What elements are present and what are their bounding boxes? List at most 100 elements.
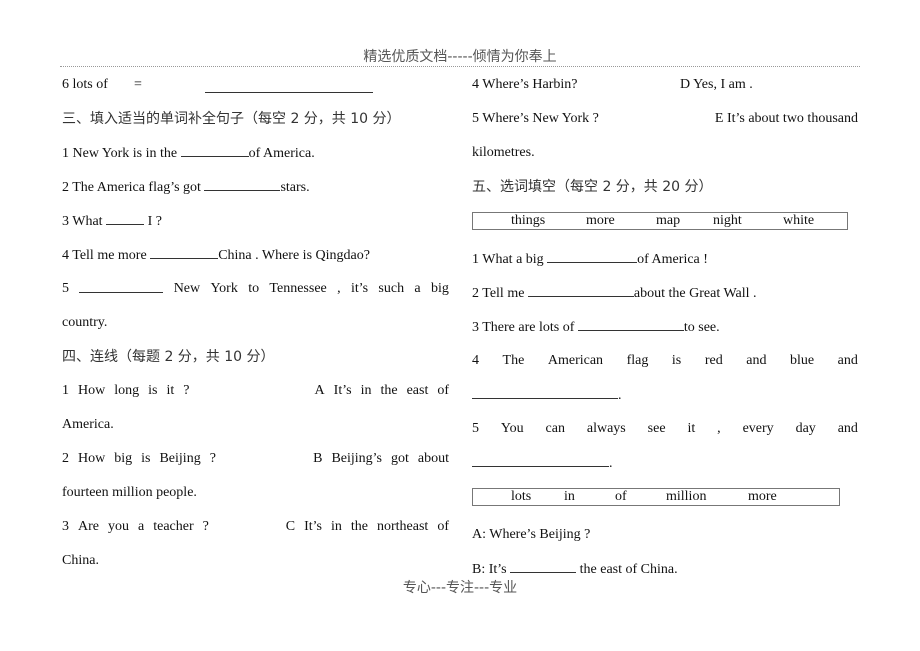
answer-blank[interactable] — [577, 314, 684, 331]
answer-blank[interactable] — [79, 276, 164, 293]
left-column: 6 lots of = 三、填入适当的单词补全句子（每空 2 分，共 10 分）… — [62, 72, 449, 582]
word-option: million — [666, 489, 707, 504]
question-number: 3 — [62, 214, 69, 229]
question-text: stars. — [280, 180, 310, 195]
word-option: more — [586, 213, 615, 228]
question-text: I ? — [147, 214, 162, 229]
s3-question-4: 4 Tell me more China . Where is Qingdao? — [62, 242, 449, 276]
answer-blank[interactable] — [472, 450, 609, 467]
section-3-title: 三、填入适当的单词补全句子（每空 2 分，共 10 分） — [62, 111, 401, 127]
word: you — [108, 519, 129, 534]
s3-question-2: 2 The America flag’s got stars. — [62, 174, 449, 208]
section-4-title: 四、连线（每题 2 分，共 10 分） — [62, 349, 275, 365]
word-bank-1-row: things more map night white — [472, 212, 858, 246]
question-number: 4 — [62, 248, 69, 263]
word-bank-2: lots in of million more — [472, 488, 840, 506]
word: to — [248, 281, 260, 296]
question-6-lots-of: 6 lots of = — [62, 72, 449, 106]
answer-blank[interactable] — [180, 140, 249, 157]
word-bank-2-row: lots in of million more — [472, 488, 858, 522]
match-question[interactable]: 2 How big is Beijing? — [62, 446, 216, 480]
word: blue — [790, 353, 815, 368]
word: Beijing — [159, 451, 201, 466]
s3-question-3: 3 What I ? — [62, 208, 449, 242]
match-question[interactable]: 5 Where’s New York ? — [472, 111, 599, 126]
dialog-text: the east of China. — [579, 562, 678, 577]
word: 1 — [62, 383, 69, 398]
question-text: to see. — [683, 320, 720, 335]
match-pair-5: 5 Where’s New York ? E It’s about two th… — [472, 106, 858, 140]
s3-question-5: 5 New York to Tennessee , it’s such a bi… — [62, 276, 449, 310]
equals-sign: = — [134, 77, 142, 92]
word: red — [704, 353, 723, 368]
word-option: white — [783, 213, 815, 228]
match-pair-5-continuation: kilometres. — [472, 145, 535, 160]
match-question[interactable]: 3 Are you a teacher? — [62, 514, 209, 548]
answer-blank[interactable] — [547, 246, 638, 263]
answer-blank[interactable] — [150, 242, 219, 259]
s5-question-5: 5 You can always see it, every day and — [472, 416, 858, 450]
match-pair-2: 2 How big is Beijing? B Beijing’s got about — [62, 446, 449, 480]
question-text: Tell me more — [72, 248, 147, 263]
word-bank-1: things more map night white — [472, 212, 848, 230]
match-pair-3: 3 Are you a teacher? C It’s in the northeast of — [62, 514, 449, 548]
answer-blank[interactable] — [472, 382, 618, 399]
word: long — [114, 383, 140, 398]
word: teacher — [153, 519, 194, 534]
word: is — [148, 383, 158, 398]
word: Tennessee — [269, 281, 327, 296]
right-column: 4 Where’s Harbin? D Yes, I am . 5 Where’… — [472, 72, 858, 590]
question-text: There are lots of — [482, 320, 575, 335]
match-question[interactable]: 4 Where’s Harbin? — [472, 77, 577, 92]
match-answer[interactable]: D Yes, I am . — [680, 72, 753, 98]
question-text: What — [72, 214, 103, 229]
word: got — [391, 451, 409, 466]
word: a — [138, 519, 145, 534]
word: You — [500, 421, 524, 436]
match-pair-1-continuation: America. — [62, 417, 114, 432]
word: The — [502, 353, 525, 368]
word: A — [314, 383, 325, 398]
question-number: 2 — [472, 286, 479, 301]
question-text: of America ! — [637, 252, 708, 267]
answer-blank[interactable] — [204, 174, 281, 191]
word: of — [437, 383, 449, 398]
s5-question-4: 4 The American flag is red and blue and — [472, 348, 858, 382]
word-option: things — [511, 213, 546, 228]
question-number: 2 — [62, 180, 69, 195]
word: see — [647, 421, 666, 436]
match-answer[interactable]: C It’s in the northeast of — [286, 514, 449, 548]
word: It’s — [304, 519, 322, 534]
word: a — [414, 281, 421, 296]
word: 4 — [472, 353, 479, 368]
question-text: New York is in the — [72, 146, 178, 161]
word: every — [742, 421, 774, 436]
match-question[interactable]: 1 How long is it? — [62, 378, 189, 412]
word: . — [609, 456, 613, 471]
s3-question-1: 1 New York is in the of America. — [62, 140, 449, 174]
question-text: about the Great Wall . — [633, 286, 757, 301]
word: in — [331, 519, 342, 534]
word: such — [378, 281, 405, 296]
word: is — [671, 353, 682, 368]
question-number: 3 — [472, 320, 479, 335]
answer-blank[interactable] — [527, 280, 634, 297]
question-text: China . Where is Qingdao? — [218, 248, 370, 263]
word: . — [618, 388, 622, 403]
match-pair-2-continuation: fourteen million people. — [62, 485, 197, 500]
s3-question-5-continuation: country. — [62, 315, 108, 330]
answer-blank[interactable] — [106, 208, 145, 225]
s5-question-2: 2 Tell me about the Great Wall . — [472, 280, 858, 314]
word-option: more — [748, 489, 777, 504]
word: York — [210, 281, 238, 296]
word: It’s — [333, 383, 352, 398]
word: C — [285, 519, 296, 534]
match-answer[interactable]: E It’s about two thousand — [715, 106, 858, 132]
answer-blank[interactable] — [510, 556, 577, 573]
match-answer[interactable]: A It’s in the east of — [315, 378, 449, 412]
match-answer[interactable]: B Beijing’s got about — [313, 446, 449, 480]
word: B — [313, 451, 323, 466]
answer-blank[interactable] — [205, 76, 373, 93]
s5-question-3: 3 There are lots of to see. — [472, 314, 858, 348]
word: How — [78, 383, 106, 398]
